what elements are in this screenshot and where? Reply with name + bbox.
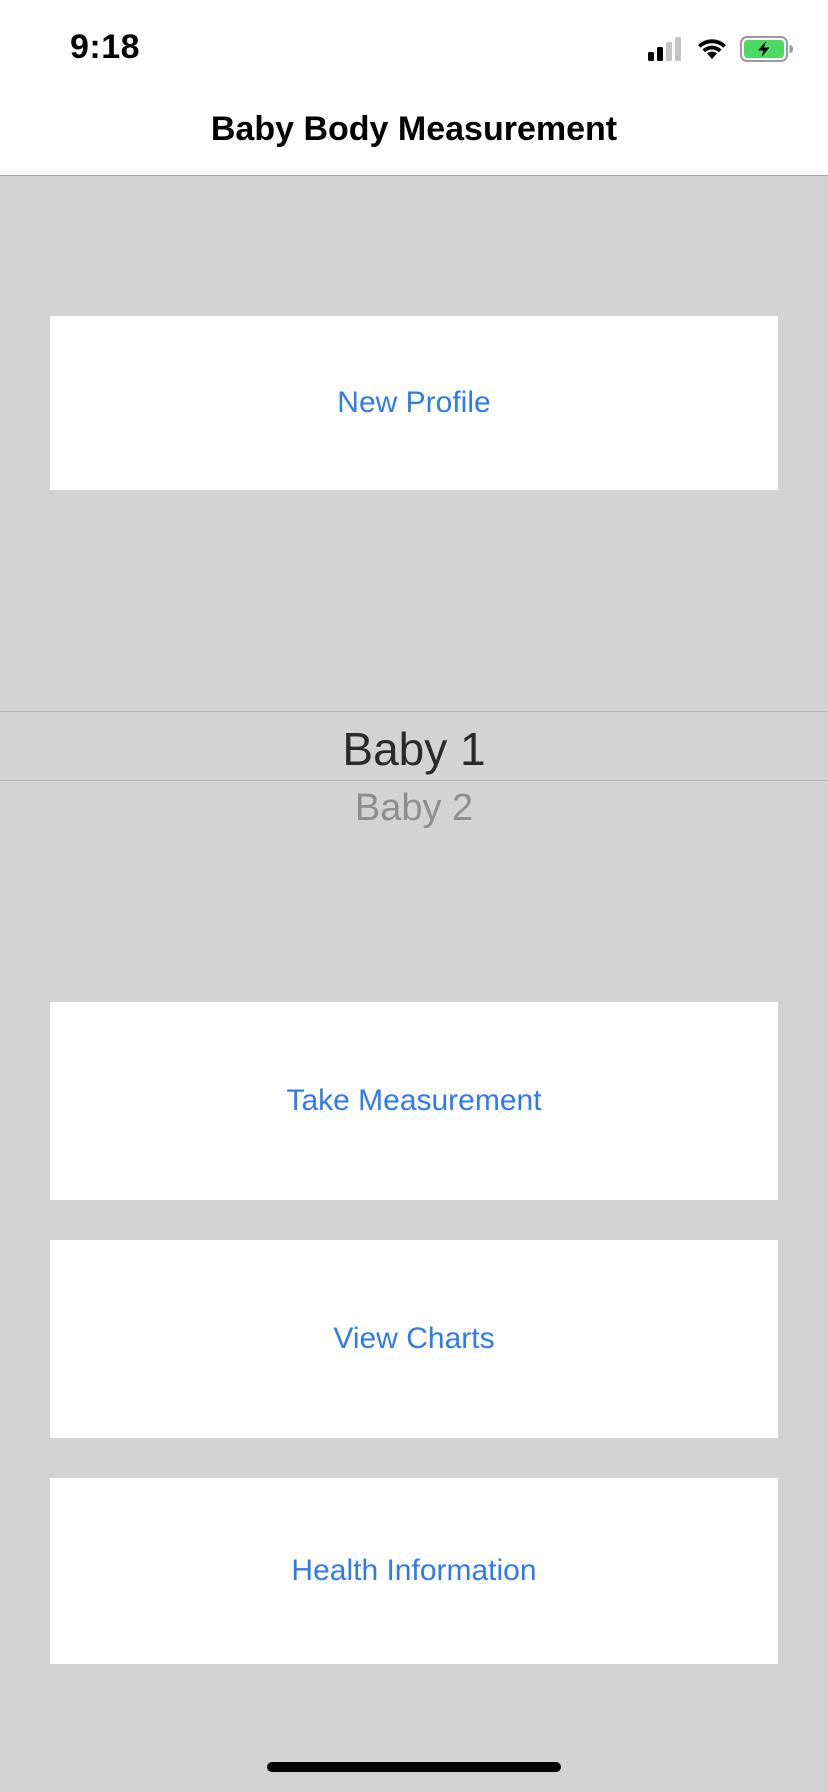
view-charts-button[interactable]: View Charts	[50, 1240, 778, 1438]
picker-selection-top-line	[0, 711, 828, 712]
status-icons	[648, 36, 794, 62]
home-indicator[interactable]	[267, 1762, 561, 1772]
battery-charging-icon	[740, 36, 793, 62]
take-measurement-button[interactable]: Take Measurement	[50, 1002, 778, 1200]
baby-picker[interactable]: Baby 1 Baby 2	[0, 700, 828, 850]
cellular-signal-icon	[648, 37, 681, 61]
picker-selection-bottom-line	[0, 780, 828, 781]
health-information-button[interactable]: Health Information	[50, 1478, 778, 1664]
picker-option-selected[interactable]: Baby 1	[0, 722, 828, 776]
status-bar: 9:18	[0, 0, 828, 88]
nav-bar: Baby Body Measurement	[0, 88, 828, 176]
wifi-icon	[698, 39, 726, 59]
new-profile-button[interactable]: New Profile	[50, 316, 778, 490]
picker-option[interactable]: Baby 2	[0, 787, 828, 830]
status-time: 9:18	[70, 28, 141, 66]
page-title: Baby Body Measurement	[210, 110, 618, 148]
